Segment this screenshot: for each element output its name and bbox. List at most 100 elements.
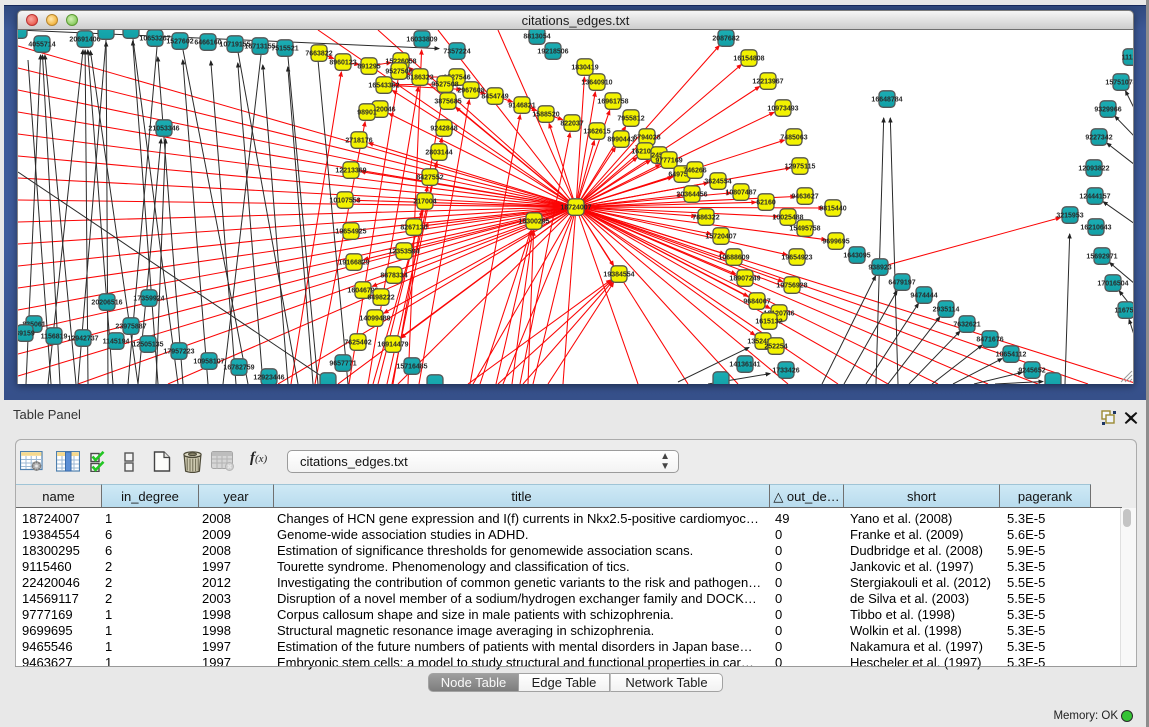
svg-text:116753: 116753 <box>1115 308 1134 315</box>
svg-text:8878334: 8878334 <box>380 273 407 280</box>
svg-text:16648784: 16648784 <box>871 97 902 104</box>
svg-text:1588520: 1588520 <box>532 112 559 119</box>
svg-text:9463627: 9463627 <box>791 194 818 201</box>
svg-text:21053346: 21053346 <box>148 126 179 133</box>
svg-text:10688609: 10688609 <box>718 255 749 262</box>
svg-text:12213967: 12213967 <box>752 79 783 86</box>
svg-text:822037: 822037 <box>560 121 583 128</box>
svg-text:12923446: 12923446 <box>253 375 284 382</box>
svg-text:6466160: 6466160 <box>194 40 221 47</box>
svg-text:12942737: 12942737 <box>67 336 98 343</box>
svg-text:13640910: 13640910 <box>581 80 612 87</box>
svg-text:1145194: 1145194 <box>103 339 130 346</box>
svg-text:39159: 39159 <box>18 331 35 338</box>
svg-text:14136141: 14136141 <box>729 362 760 369</box>
svg-text:8960123: 8960123 <box>329 60 356 67</box>
svg-text:17016504: 17016504 <box>1097 281 1128 288</box>
svg-text:12505135: 12505135 <box>132 342 163 349</box>
svg-text:8990443: 8990443 <box>607 137 634 144</box>
svg-text:12353594: 12353594 <box>388 249 419 256</box>
svg-text:18300295: 18300295 <box>518 219 549 226</box>
svg-text:20206516: 20206516 <box>91 300 122 307</box>
svg-text:7632621: 7632621 <box>953 322 980 329</box>
svg-text:16543362: 16543362 <box>368 83 399 90</box>
svg-text:16210643: 16210643 <box>1080 225 1111 232</box>
svg-text:15716485: 15716485 <box>396 364 427 371</box>
svg-text:8454749: 8454749 <box>481 94 508 101</box>
svg-text:9699695: 9699695 <box>822 239 849 246</box>
svg-text:16033809: 16033809 <box>406 37 437 44</box>
svg-text:9474444: 9474444 <box>910 293 937 300</box>
svg-text:3875685: 3875685 <box>434 99 461 106</box>
svg-text:19654923: 19654923 <box>781 255 812 262</box>
svg-text:15495758: 15495758 <box>789 226 820 233</box>
svg-text:10654112: 10654112 <box>996 352 1027 359</box>
svg-text:16154808: 16154808 <box>733 56 764 63</box>
svg-text:12093822: 12093822 <box>1078 166 1109 173</box>
svg-text:15720407: 15720407 <box>705 234 736 241</box>
svg-text:16914479: 16914479 <box>377 342 408 349</box>
svg-text:7886322: 7886322 <box>692 215 719 222</box>
svg-text:11123: 11123 <box>1122 55 1134 62</box>
svg-text:10807487: 10807487 <box>725 190 756 197</box>
svg-text:9227342: 9227342 <box>1085 135 1112 142</box>
svg-text:19654925: 19654925 <box>335 229 366 236</box>
svg-text:1733426: 1733426 <box>772 368 799 375</box>
svg-text:12444157: 12444157 <box>1079 194 1110 201</box>
svg-text:9245652: 9245652 <box>1018 368 1045 375</box>
svg-text:19756928: 19756928 <box>776 283 807 290</box>
svg-text:15751074: 15751074 <box>1105 80 1134 87</box>
svg-text:16961758: 16961758 <box>597 99 628 106</box>
svg-text:16782759: 16782759 <box>223 365 254 372</box>
svg-text:9815440: 9815440 <box>819 206 846 213</box>
svg-text:6498222: 6498222 <box>367 295 394 302</box>
svg-text:4055714: 4055714 <box>28 42 55 49</box>
svg-text:3624554: 3624554 <box>704 179 731 186</box>
svg-text:18724007: 18724007 <box>560 205 591 212</box>
svg-text:17957223: 17957223 <box>163 349 194 356</box>
svg-text:2718176: 2718176 <box>345 138 372 145</box>
svg-text:1362615: 1362615 <box>583 129 610 136</box>
svg-text:891295: 891295 <box>357 64 380 71</box>
svg-text:9329966: 9329966 <box>1094 107 1121 114</box>
svg-text:12975115: 12975115 <box>785 164 816 171</box>
svg-text:7515521: 7515521 <box>271 46 298 53</box>
svg-text:7357224: 7357224 <box>443 49 470 56</box>
svg-text:8427552: 8427552 <box>416 175 443 182</box>
svg-text:10107553: 10107553 <box>329 198 360 205</box>
svg-text:9684067: 9684067 <box>743 299 770 306</box>
svg-text:23975887: 23975887 <box>115 324 146 331</box>
svg-text:20364456: 20364456 <box>676 192 707 199</box>
svg-text:18907249: 18907249 <box>729 276 760 283</box>
svg-text:19218506: 19218506 <box>537 49 568 56</box>
svg-text:98901: 98901 <box>357 110 377 117</box>
svg-text:8813054: 8813054 <box>523 34 550 41</box>
svg-text:1643095: 1643095 <box>843 253 870 260</box>
svg-text:1156819: 1156819 <box>41 334 68 341</box>
svg-text:8267130: 8267130 <box>400 225 427 232</box>
svg-text:7663822: 7663822 <box>305 51 332 58</box>
svg-text:2087682: 2087682 <box>712 36 739 43</box>
svg-text:2803144: 2803144 <box>425 150 452 157</box>
svg-text:17359924: 17359924 <box>133 296 164 303</box>
svg-text:1830419: 1830419 <box>571 65 598 72</box>
svg-text:9146821: 9146821 <box>508 103 535 110</box>
svg-text:8471676: 8471676 <box>976 337 1003 344</box>
svg-text:252254: 252254 <box>764 344 787 351</box>
svg-text:217004: 217004 <box>413 199 436 206</box>
svg-text:938923: 938923 <box>868 265 891 272</box>
svg-text:6794028: 6794028 <box>633 135 660 142</box>
svg-text:14099489: 14099489 <box>359 316 390 323</box>
svg-text:19166829: 19166829 <box>338 260 369 267</box>
svg-text:1527602: 1527602 <box>166 39 193 46</box>
svg-text:746266: 746266 <box>683 168 706 175</box>
svg-text:8186323: 8186323 <box>406 75 433 82</box>
svg-text:9242848: 9242848 <box>430 126 457 133</box>
svg-text:7955812: 7955812 <box>617 116 644 123</box>
svg-text:7485063: 7485063 <box>780 135 807 142</box>
svg-text:12213369: 12213369 <box>335 168 366 175</box>
svg-text:9777169: 9777169 <box>655 158 682 165</box>
svg-text:10958107: 10958107 <box>193 359 224 366</box>
svg-text:9527508: 9527508 <box>431 82 458 89</box>
svg-text:6479197: 6479197 <box>888 280 915 287</box>
